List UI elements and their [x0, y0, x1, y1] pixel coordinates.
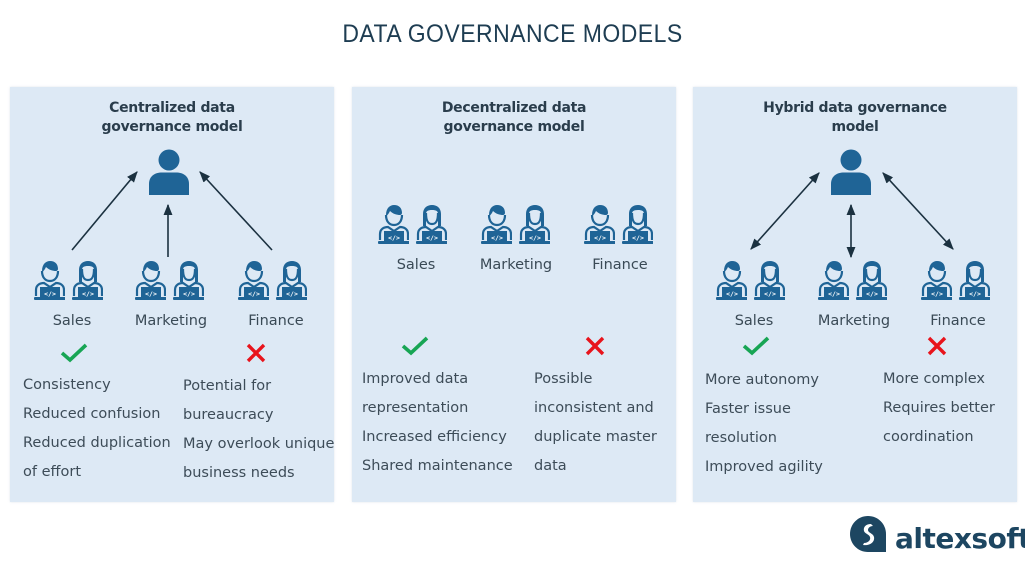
- org-diagram: [33, 149, 307, 300]
- dept-label-sales: Sales: [396, 257, 436, 273]
- pro-item: Improved data: [362, 371, 469, 387]
- dept-label-finance: Finance: [248, 313, 304, 329]
- con-item: coordination: [883, 429, 974, 445]
- panel-centralized: Centralized data governance model Sales …: [10, 87, 334, 502]
- pro-item: Reduced confusion: [23, 406, 161, 422]
- pros-list: Consistency Reduced confusion Reduced du…: [23, 371, 171, 487]
- con-item: Possible: [534, 371, 593, 387]
- developer-male-icon: [480, 204, 512, 244]
- page-title: DATA GOVERNANCE MODELS: [342, 20, 683, 48]
- developer-male-icon: [817, 260, 849, 300]
- pro-item: Faster issue: [705, 401, 791, 417]
- pro-item: Increased efficiency: [362, 429, 507, 445]
- developer-female-icon: [753, 260, 785, 300]
- developer-male-icon: [377, 204, 409, 244]
- pro-item: Shared maintenance: [362, 458, 513, 474]
- developer-female-icon: [621, 204, 653, 244]
- check-icon: [742, 336, 770, 356]
- altexsoft-logo: altexsoft: [849, 514, 1025, 555]
- pro-item: Consistency: [23, 377, 111, 393]
- con-item: bureaucracy: [183, 407, 274, 423]
- dept-label-sales: Sales: [734, 313, 774, 329]
- pro-item: More autonomy: [705, 372, 819, 388]
- developer-female-icon: [71, 260, 103, 300]
- dept-label-sales: Sales: [52, 313, 92, 329]
- person-icon: [831, 149, 871, 195]
- pro-item: Reduced duplication: [23, 435, 171, 451]
- developer-female-icon: [415, 204, 447, 244]
- con-item: inconsistent and: [534, 400, 654, 416]
- developer-female-icon: [275, 260, 307, 300]
- logo-text: altexsoft: [895, 521, 1025, 555]
- dept-label-marketing: Marketing: [817, 313, 891, 329]
- con-item: Requires better: [883, 400, 995, 416]
- org-diagram: [715, 149, 990, 300]
- cross-icon: [585, 336, 605, 356]
- arrow-finance-lead-bidirectional: [882, 172, 954, 250]
- developer-male-icon: [237, 260, 269, 300]
- pros-list: More autonomy Faster issue resolution Im…: [705, 366, 823, 482]
- pro-item: Improved agility: [705, 459, 823, 475]
- dept-label-finance: Finance: [930, 313, 986, 329]
- person-icon: [149, 149, 189, 195]
- arrow-sales-lead-bidirectional: [750, 172, 820, 250]
- con-item: Potential for: [183, 378, 272, 394]
- developer-male-icon: [715, 260, 747, 300]
- altexsoft-logo-icon: [850, 516, 886, 552]
- con-item: duplicate master: [534, 429, 657, 445]
- arrow-sales-to-lead: [71, 171, 138, 251]
- developer-female-icon: [518, 204, 550, 244]
- developer-female-icon: [958, 260, 990, 300]
- con-item: data: [534, 458, 567, 474]
- dept-label-marketing: Marketing: [479, 257, 553, 273]
- dept-label-marketing: Marketing: [134, 313, 208, 329]
- con-item: May overlook unique: [183, 436, 335, 452]
- developer-male-icon: [134, 260, 166, 300]
- pro-item: representation: [362, 400, 469, 416]
- developer-female-icon: [855, 260, 887, 300]
- check-icon: [401, 336, 429, 356]
- developer-female-icon: [172, 260, 204, 300]
- developer-male-icon: [920, 260, 952, 300]
- pro-item: of effort: [23, 464, 82, 480]
- con-item: business needs: [183, 465, 295, 481]
- cross-icon: [927, 336, 947, 356]
- cross-icon: [246, 343, 266, 363]
- con-item: More complex: [883, 371, 986, 387]
- arrow-finance-to-lead: [199, 171, 273, 251]
- cons-list: More complex Requires better coordinatio…: [883, 365, 995, 452]
- panel-decentralized: Decentralized data governance model Sale…: [352, 87, 676, 502]
- dept-label-finance: Finance: [592, 257, 648, 273]
- pro-item: resolution: [705, 430, 777, 446]
- pros-list: Improved data representation Increased e…: [362, 365, 513, 481]
- cons-list: Possible inconsistent and duplicate mast…: [534, 365, 657, 481]
- developer-male-icon: [33, 260, 65, 300]
- panel-hybrid: Hybrid data governance model Sales Marke…: [693, 87, 1017, 502]
- check-icon: [60, 343, 88, 363]
- developer-male-icon: [583, 204, 615, 244]
- cons-list: Potential for bureaucracy May overlook u…: [183, 372, 334, 488]
